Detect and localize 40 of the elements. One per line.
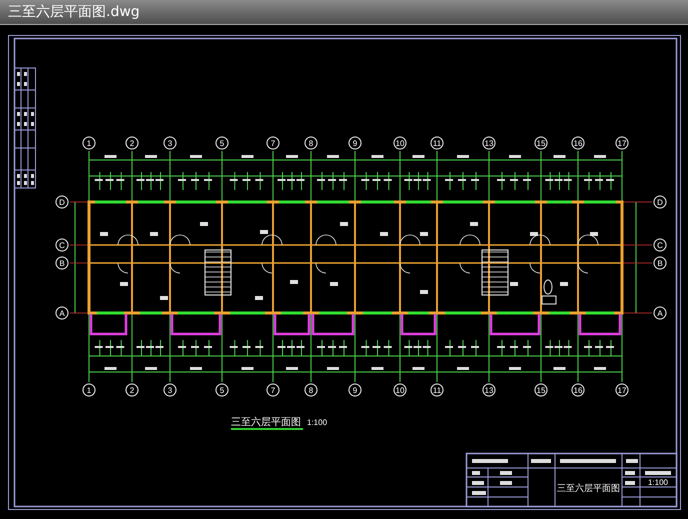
axis-bubble: A — [56, 306, 68, 320]
axis-bubble: 5 — [216, 384, 228, 396]
title-block-drawing-name: 三至六层平面图 — [557, 484, 620, 494]
axis-bubble: 11 — [430, 384, 444, 396]
axis-bubble: 15 — [534, 136, 548, 150]
axis-bubble: D — [654, 196, 666, 208]
axis-bubble: 8 — [304, 384, 318, 396]
axis-bubble: 13 — [482, 136, 496, 150]
axis-bubble: B — [654, 256, 666, 270]
axis-bubble: 2 — [126, 136, 138, 150]
axis-bubble: 16 — [572, 136, 584, 150]
drawing-scale: 1:100 — [307, 418, 328, 427]
drawing-title: 三至六层平面图 — [231, 417, 301, 428]
axis-bubble: 7 — [266, 384, 280, 396]
axis-bubble: 5 — [216, 136, 228, 150]
axis-bubble: C — [56, 238, 68, 252]
axis-bubble: 3 — [164, 384, 176, 396]
axis-bubble: 13 — [482, 384, 496, 396]
axis-bubble: 1 — [82, 136, 96, 150]
axis-bubble: 7 — [266, 136, 280, 150]
axis-bubble: C — [654, 238, 666, 252]
axis-bubble: 9 — [348, 136, 362, 150]
axis-bubble: 8 — [304, 136, 318, 150]
axis-bubble: 17 — [616, 384, 628, 396]
axis-bubble: 17 — [616, 136, 628, 150]
axis-bubble: D — [56, 196, 68, 208]
axis-bubble: 10 — [394, 136, 406, 150]
axis-bubble: 15 — [534, 384, 548, 396]
axis-bubble: 3 — [164, 136, 176, 150]
title-block-scale: 1:100 — [648, 478, 668, 487]
axis-bubble: B — [56, 256, 68, 270]
window-title: 三至六层平面图.dwg — [8, 2, 140, 22]
axis-bubble: 11 — [430, 136, 444, 150]
title-underline — [231, 428, 303, 430]
axis-bubble: 2 — [126, 384, 138, 396]
axis-bubble: 16 — [572, 384, 584, 396]
axis-bubble: 9 — [348, 384, 362, 396]
axis-bubble: 10 — [394, 384, 406, 396]
axis-bubble: A — [654, 306, 666, 320]
axis-bubble: 1 — [82, 384, 96, 396]
